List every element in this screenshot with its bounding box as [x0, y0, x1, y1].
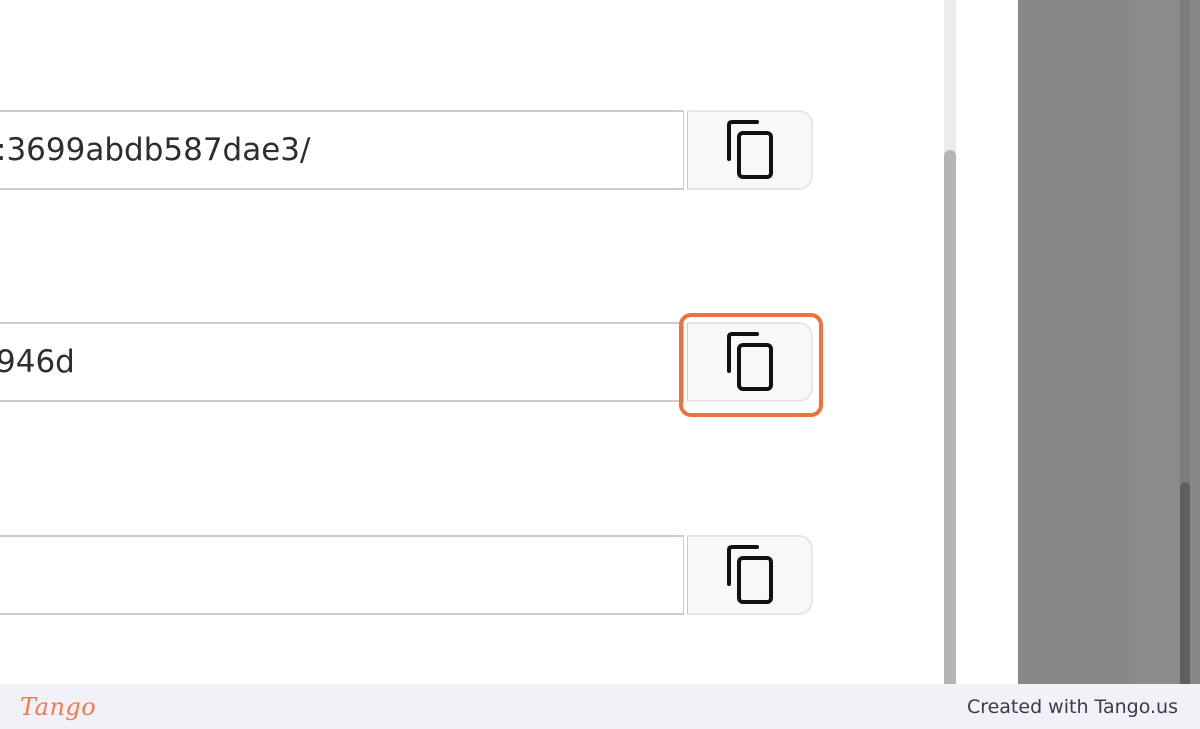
text-field-1-value: :3699abdb587dae3/	[0, 132, 311, 168]
panel-gutter	[956, 0, 1018, 684]
copy-icon	[723, 119, 777, 181]
created-with-credit: Created with Tango.us	[966, 695, 1178, 718]
copy-icon	[723, 331, 777, 393]
copy-icon	[723, 544, 777, 606]
copy-button-1[interactable]	[687, 110, 813, 190]
copy-button-3[interactable]	[687, 535, 813, 615]
copy-button-2[interactable]	[687, 322, 813, 402]
screenshot-stage: :3699abdb587dae3/ 946d Tango Created wit…	[0, 0, 1200, 729]
background-overlay-inner	[1134, 0, 1180, 684]
text-field-2-value: 946d	[0, 344, 75, 380]
settings-panel: :3699abdb587dae3/ 946d	[0, 0, 944, 684]
text-field-2[interactable]: 946d	[0, 322, 684, 402]
text-field-3[interactable]	[0, 535, 684, 615]
tango-footer: Tango Created with Tango.us	[0, 684, 1200, 729]
text-field-1[interactable]: :3699abdb587dae3/	[0, 110, 684, 190]
page-scrollbar-thumb[interactable]	[1180, 482, 1190, 684]
tango-logo: Tango	[20, 692, 97, 721]
panel-scrollbar-thumb[interactable]	[944, 150, 956, 684]
